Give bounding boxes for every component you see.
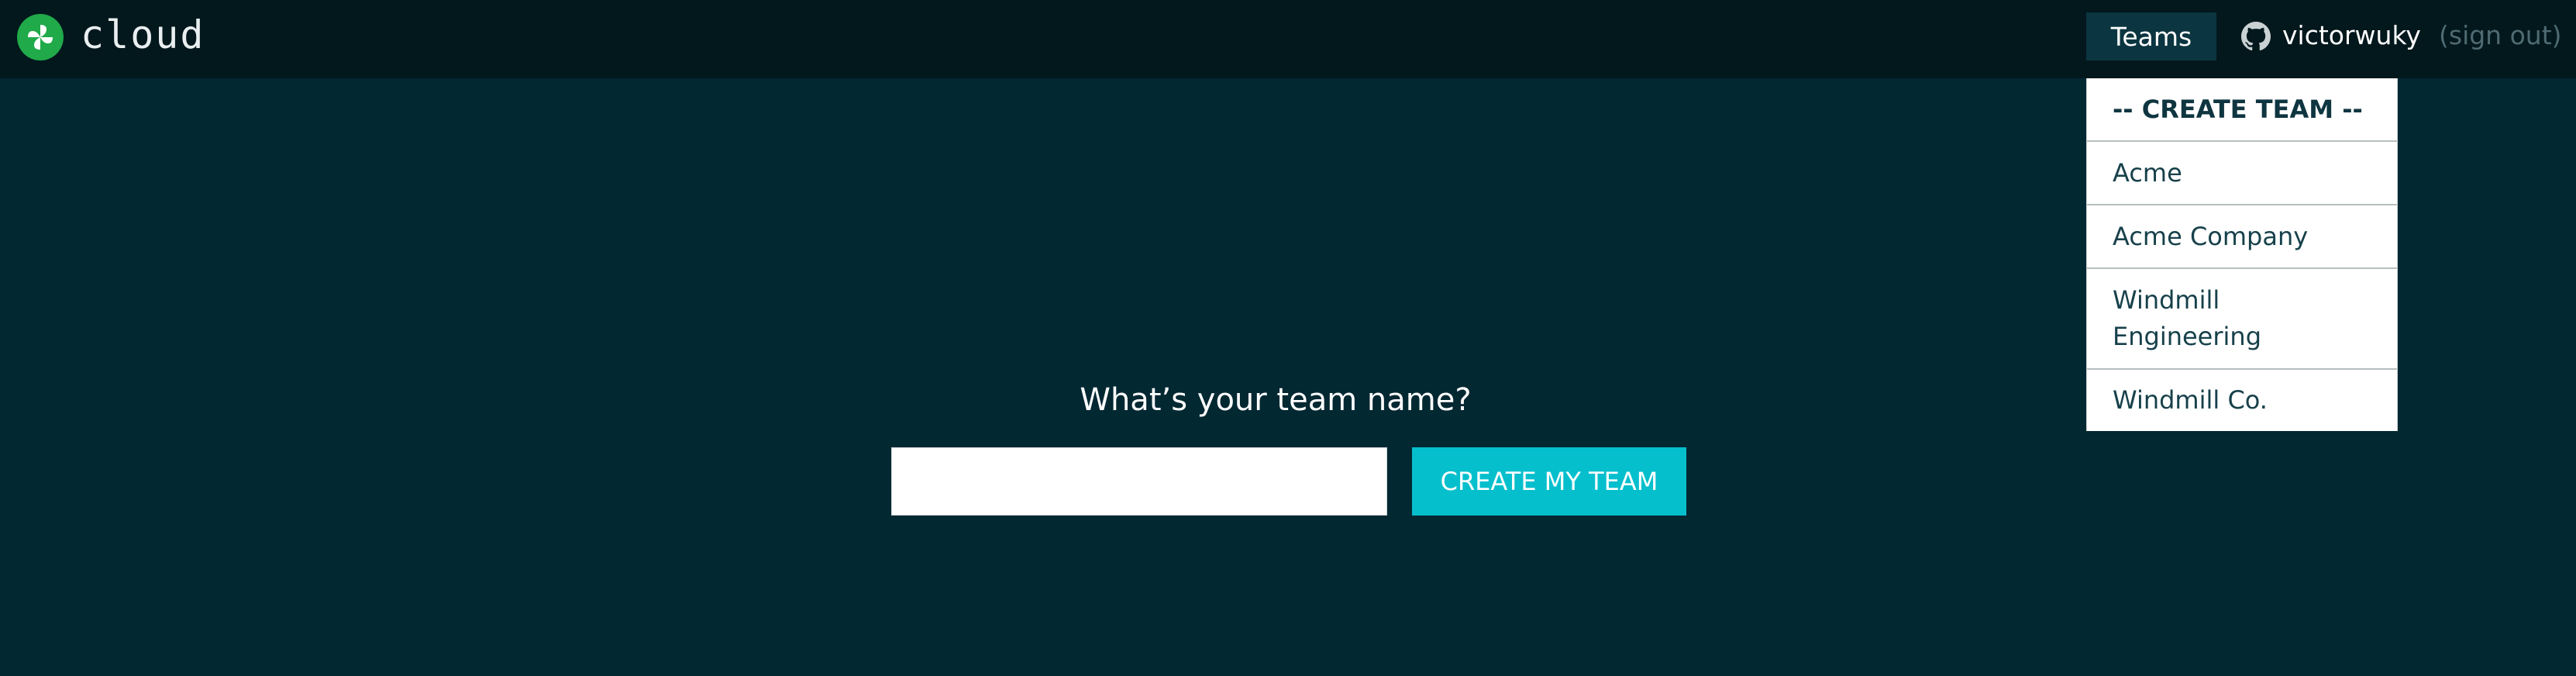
create-team-option[interactable]: -- CREATE TEAM -- — [2087, 78, 2397, 142]
menu-item-label: -- CREATE TEAM -- — [2113, 94, 2363, 124]
menu-item-label: Windmill Engineering — [2113, 285, 2261, 351]
github-icon — [2241, 22, 2271, 51]
create-my-team-button[interactable]: CREATE MY TEAM — [1412, 447, 1686, 516]
top-navigation-bar: cloud Teams victorwuky (sign out) — [0, 0, 2576, 78]
menu-item-label: Acme — [2113, 157, 2182, 188]
team-option-windmill-engineering[interactable]: Windmill Engineering — [2087, 269, 2397, 370]
team-name-prompt: What’s your team name? — [1080, 382, 1472, 418]
team-option-acme-company[interactable]: Acme Company — [2087, 205, 2397, 269]
teams-menu-button[interactable]: Teams — [2086, 12, 2216, 60]
brand-name[interactable]: cloud — [81, 8, 205, 62]
menu-item-label: Acme Company — [2113, 221, 2309, 251]
sign-out-link[interactable]: (sign out) — [2439, 16, 2562, 56]
username: victorwuky — [2282, 20, 2421, 50]
team-name-input[interactable] — [891, 447, 1387, 516]
windmill-logo-icon[interactable] — [17, 14, 64, 60]
team-option-acme[interactable]: Acme — [2087, 142, 2397, 205]
